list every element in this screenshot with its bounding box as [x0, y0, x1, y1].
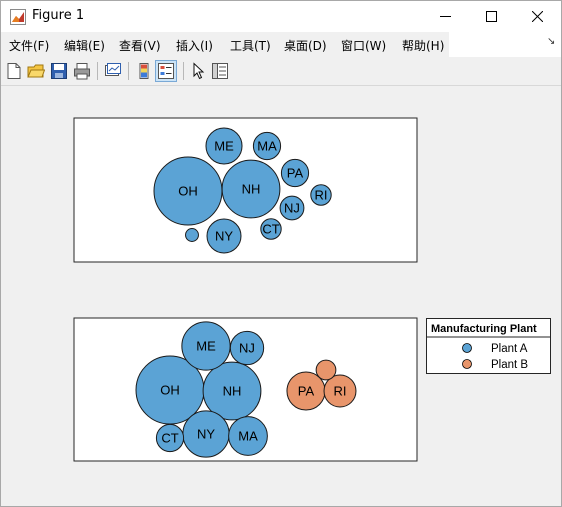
- bubble-label-pa: PA: [287, 166, 304, 181]
- menu-window[interactable]: 窗口(W): [341, 37, 386, 54]
- insert-colorbar-icon[interactable]: [135, 62, 153, 80]
- menu-file[interactable]: 文件(F): [9, 37, 49, 54]
- bubble-label-ri: RI: [315, 188, 328, 203]
- menu-edit[interactable]: 编辑(E): [64, 37, 105, 54]
- bubble-label-oh: OH: [160, 383, 180, 398]
- figure-toolbar: [1, 57, 561, 86]
- legend-entry-plant-a: Plant A: [491, 343, 528, 355]
- bubble-label-ct: CT: [262, 222, 279, 237]
- title-bar[interactable]: Figure 1: [1, 1, 561, 32]
- link-plot-icon[interactable]: [104, 62, 122, 80]
- bubble-label-ny: NY: [215, 229, 233, 244]
- toolbar-separator: [183, 62, 184, 80]
- menu-help[interactable]: 帮助(H): [402, 37, 444, 54]
- menu-insert[interactable]: 插入(I): [176, 37, 213, 54]
- bubble-label-ri: RI: [334, 384, 347, 399]
- legend-entry-plant-b: Plant B: [491, 359, 528, 371]
- toolbar-separator: [97, 62, 98, 80]
- bubble-label-nj: NJ: [239, 341, 255, 356]
- legend-marker-plant-b: [462, 359, 472, 369]
- close-button[interactable]: [515, 1, 561, 32]
- bubble-label-ny: NY: [197, 427, 215, 442]
- bubble-label-oh: OH: [178, 184, 198, 199]
- bubble-label-pa: PA: [298, 384, 315, 399]
- open-file-icon[interactable]: [27, 62, 45, 80]
- bubble-label-ct: CT: [161, 431, 178, 446]
- window-title: Figure 1: [32, 8, 85, 23]
- bubble-label-nh: NH: [223, 384, 242, 399]
- minimize-button[interactable]: [423, 1, 469, 32]
- edit-plot-icon[interactable]: [190, 62, 208, 80]
- bubble-label-nj: NJ: [284, 201, 300, 216]
- bubble-label-me: ME: [214, 139, 234, 154]
- menu-desktop[interactable]: 桌面(D): [284, 37, 327, 54]
- bubble-label-ma: MA: [238, 429, 258, 444]
- property-inspector-icon[interactable]: [211, 62, 229, 80]
- new-figure-icon[interactable]: [5, 62, 23, 80]
- maximize-button[interactable]: [469, 1, 515, 32]
- minimize-icon: [440, 16, 451, 17]
- print-icon[interactable]: [73, 62, 91, 80]
- legend-marker-plant-a: [462, 343, 472, 353]
- legend-title: Manufacturing Plant: [431, 323, 537, 335]
- save-icon[interactable]: [50, 62, 68, 80]
- bubble-label-nh: NH: [242, 182, 261, 197]
- dock-arrow-icon[interactable]: ↘: [547, 36, 555, 47]
- bubble-unlabeled[interactable]: [315, 359, 337, 381]
- maximize-icon: [486, 11, 497, 22]
- figure-canvas: OH NH ME NY MA PA NJ RI CT OH NH ME NY MA NJ CT PA RI Ma…: [73, 117, 551, 462]
- toolbar-separator: [128, 62, 129, 80]
- menu-view[interactable]: 查看(V): [119, 37, 161, 54]
- menu-tools[interactable]: 工具(T): [230, 37, 271, 54]
- legend[interactable]: Manufacturing Plant Plant A Plant B: [426, 318, 551, 374]
- bubble-label-me: ME: [196, 339, 216, 354]
- close-icon: [532, 11, 543, 22]
- bubble-unlabeled[interactable]: [185, 228, 199, 242]
- matlab-app-icon: [10, 9, 26, 25]
- menu-bar: 文件(F) 编辑(E) 查看(V) 插入(I) 工具(T) 桌面(D) 窗口(W…: [1, 32, 561, 57]
- bubble-label-ma: MA: [257, 139, 277, 154]
- figure-window: Figure 1 文件(F) 编辑(E) 查看(V) 插入(I) 工具(T) 桌…: [0, 0, 562, 507]
- insert-legend-icon[interactable]: [157, 62, 175, 80]
